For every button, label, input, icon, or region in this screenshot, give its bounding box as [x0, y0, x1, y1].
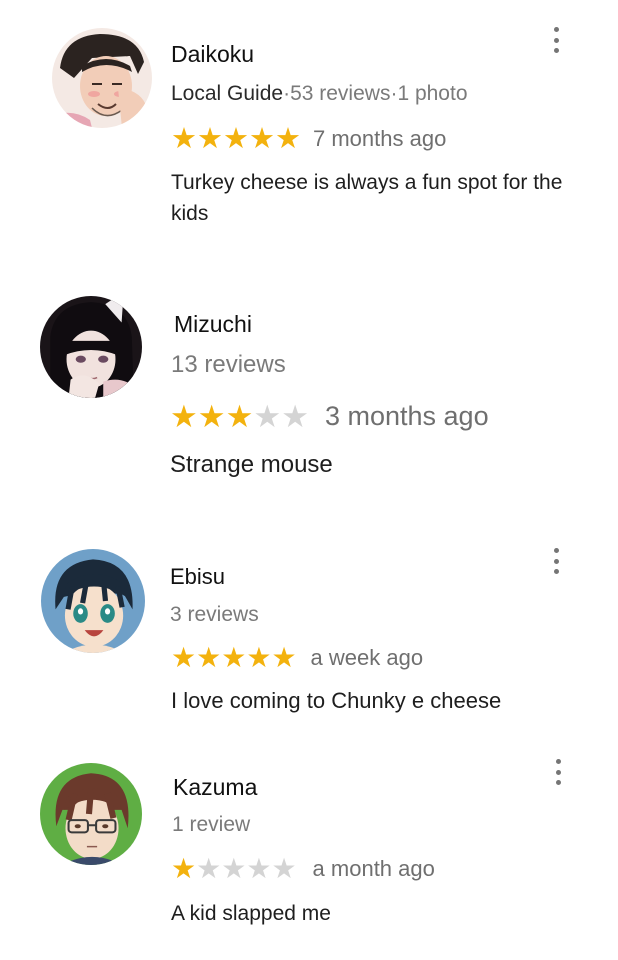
- star-rating: ★ ★ ★ ★ ★: [171, 855, 297, 883]
- review-date: a month ago: [312, 856, 435, 881]
- review-count: 3 reviews: [170, 603, 259, 626]
- avatar-daikoku-icon: [52, 28, 152, 128]
- avatar-kazuma-icon: [40, 763, 142, 865]
- reviewer-name[interactable]: Ebisu: [170, 564, 225, 590]
- star-filled-icon: ★: [170, 398, 198, 434]
- star-empty-icon: ★: [246, 853, 272, 884]
- reviewer-name[interactable]: Mizuchi: [174, 311, 252, 338]
- star-empty-icon: ★: [196, 853, 222, 884]
- star-filled-icon: ★: [221, 642, 247, 673]
- star-empty-icon: ★: [253, 398, 282, 434]
- star-filled-icon: ★: [275, 122, 301, 155]
- more-options-icon[interactable]: [550, 548, 562, 574]
- avatar-mizuchi-icon: [40, 296, 142, 398]
- star-filled-icon: ★: [271, 642, 297, 673]
- star-filled-icon: ★: [171, 122, 197, 155]
- review-date: 3 months ago: [324, 400, 489, 431]
- rating-row: ★ ★ ★ ★ ★ a week ago: [171, 642, 423, 674]
- reviewer-avatar[interactable]: [52, 28, 152, 128]
- star-rating: ★ ★ ★ ★ ★: [171, 122, 301, 155]
- reviewer-meta: 1 review: [172, 813, 250, 837]
- review-count: 1 review: [172, 813, 251, 836]
- star-filled-icon: ★: [246, 642, 272, 673]
- review-text: Strange mouse: [170, 451, 333, 478]
- more-options-icon[interactable]: [552, 759, 564, 785]
- star-empty-icon: ★: [221, 853, 247, 884]
- reviewer-meta: 13 reviews: [171, 351, 286, 379]
- star-rating: ★ ★ ★ ★ ★: [171, 644, 297, 672]
- review-count: ·53 reviews·1 photo: [283, 82, 468, 105]
- reviewer-meta: 3 reviews: [170, 603, 259, 627]
- star-filled-icon: ★: [196, 642, 222, 673]
- review-count: 13 reviews: [171, 351, 286, 378]
- reviewer-name[interactable]: Kazuma: [173, 774, 257, 801]
- star-filled-icon: ★: [223, 122, 249, 155]
- star-empty-icon: ★: [271, 853, 297, 884]
- star-filled-icon: ★: [197, 398, 226, 434]
- reviewer-name[interactable]: Daikoku: [171, 41, 254, 68]
- review-text: Turkey cheese is always a fun spot for t…: [171, 171, 563, 225]
- reviewer-meta: Local Guide·53 reviews·1 photo: [171, 82, 468, 106]
- review-date: 7 months ago: [313, 126, 447, 151]
- review-date: a week ago: [310, 645, 424, 670]
- review-card: Daikoku Local Guide·53 reviews·1 photo ★…: [0, 0, 618, 250]
- star-filled-icon: ★: [171, 853, 197, 884]
- star-filled-icon: ★: [171, 642, 197, 673]
- star-rating: ★ ★ ★ ★ ★: [170, 401, 309, 432]
- star-filled-icon: ★: [249, 122, 275, 155]
- star-empty-icon: ★: [281, 398, 309, 434]
- reviewer-avatar[interactable]: [40, 296, 142, 398]
- reviewer-avatar[interactable]: [41, 549, 145, 653]
- review-text: I love coming to Chunky e cheese: [171, 688, 502, 713]
- more-options-icon[interactable]: [550, 27, 562, 53]
- star-filled-icon: ★: [225, 398, 254, 434]
- rating-row: ★ ★ ★ ★ ★ a month ago: [171, 853, 435, 885]
- avatar-ebisu-icon: [41, 549, 145, 653]
- star-filled-icon: ★: [197, 122, 223, 155]
- local-guide-label: Local Guide: [171, 82, 284, 105]
- review-text: A kid slapped me: [171, 902, 331, 925]
- rating-row: ★ ★ ★ ★ ★ 7 months ago: [171, 122, 446, 156]
- reviewer-avatar[interactable]: [40, 763, 142, 865]
- rating-row: ★ ★ ★ ★ ★ 3 months ago: [170, 398, 489, 434]
